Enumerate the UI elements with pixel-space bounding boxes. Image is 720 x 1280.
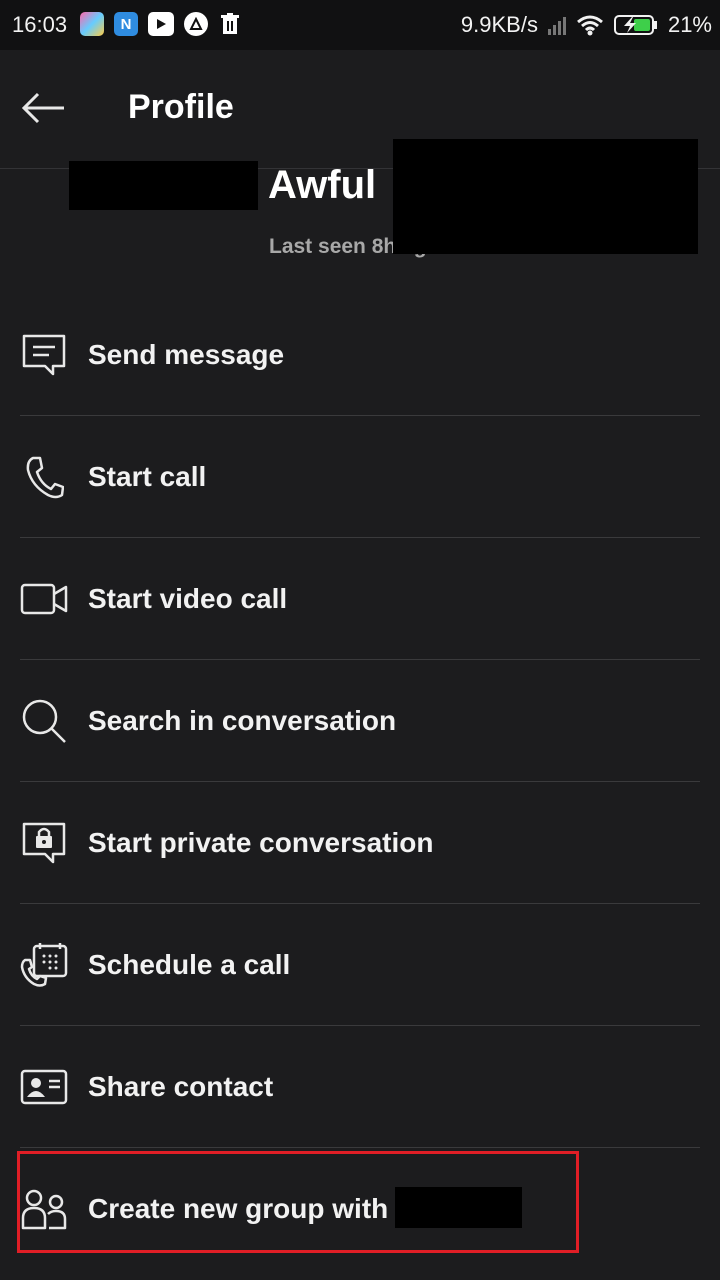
create-new-group-item[interactable]: Create new group with (20, 1148, 700, 1269)
start-private-conversation-item[interactable]: Start private conversation (20, 782, 700, 904)
back-button[interactable] (20, 88, 68, 128)
profile-actions-list: Send message Start call Start video call… (0, 294, 720, 1269)
item-label: Start private conversation (88, 826, 434, 858)
triangle-icon (184, 12, 208, 36)
signal-icon (547, 15, 566, 35)
start-video-call-item[interactable]: Start video call (20, 538, 700, 660)
send-message-item[interactable]: Send message (20, 294, 700, 416)
item-label: Create new group with (88, 1192, 389, 1224)
page-title: Profile (128, 88, 234, 126)
redacted-block (393, 139, 698, 254)
calendar-phone-icon (20, 941, 68, 989)
notification-icons: N (80, 12, 242, 36)
trash-icon (218, 12, 242, 36)
item-label: Start video call (88, 582, 288, 614)
profile-name: Awful (268, 163, 377, 207)
contact-card-icon (20, 1063, 68, 1111)
battery-icon (613, 14, 658, 36)
phone-icon (20, 453, 68, 501)
item-label: Share contact (88, 1070, 274, 1102)
item-label: Start call (88, 460, 207, 492)
app-icon-1 (80, 12, 104, 36)
status-right: 9.9KB/s 21% (461, 12, 712, 38)
search-in-conversation-item[interactable]: Search in conversation (20, 660, 700, 782)
share-contact-item[interactable]: Share contact (20, 1026, 700, 1148)
item-label: Search in conversation (88, 704, 397, 736)
item-label: Send message (88, 338, 285, 370)
status-bar: 16:03 N 9.9KB/s 21% (0, 0, 720, 50)
network-speed: 9.9KB/s (460, 12, 538, 37)
arrow-left-icon (21, 92, 64, 124)
message-icon (20, 331, 68, 379)
status-time: 16:03 (12, 12, 68, 37)
group-icon (20, 1185, 68, 1233)
wifi-icon (576, 14, 604, 36)
lock-chat-icon (20, 819, 68, 867)
battery-percent: 21% (667, 12, 712, 37)
schedule-a-call-item[interactable]: Schedule a call (20, 904, 700, 1026)
redacted-block (69, 161, 258, 210)
redacted-block (395, 1187, 522, 1228)
video-icon (20, 575, 68, 623)
start-call-item[interactable]: Start call (20, 416, 700, 538)
search-icon (20, 697, 68, 745)
item-label: Schedule a call (88, 948, 291, 980)
app-icon-n: N (114, 12, 138, 36)
youtube-icon (148, 12, 174, 36)
